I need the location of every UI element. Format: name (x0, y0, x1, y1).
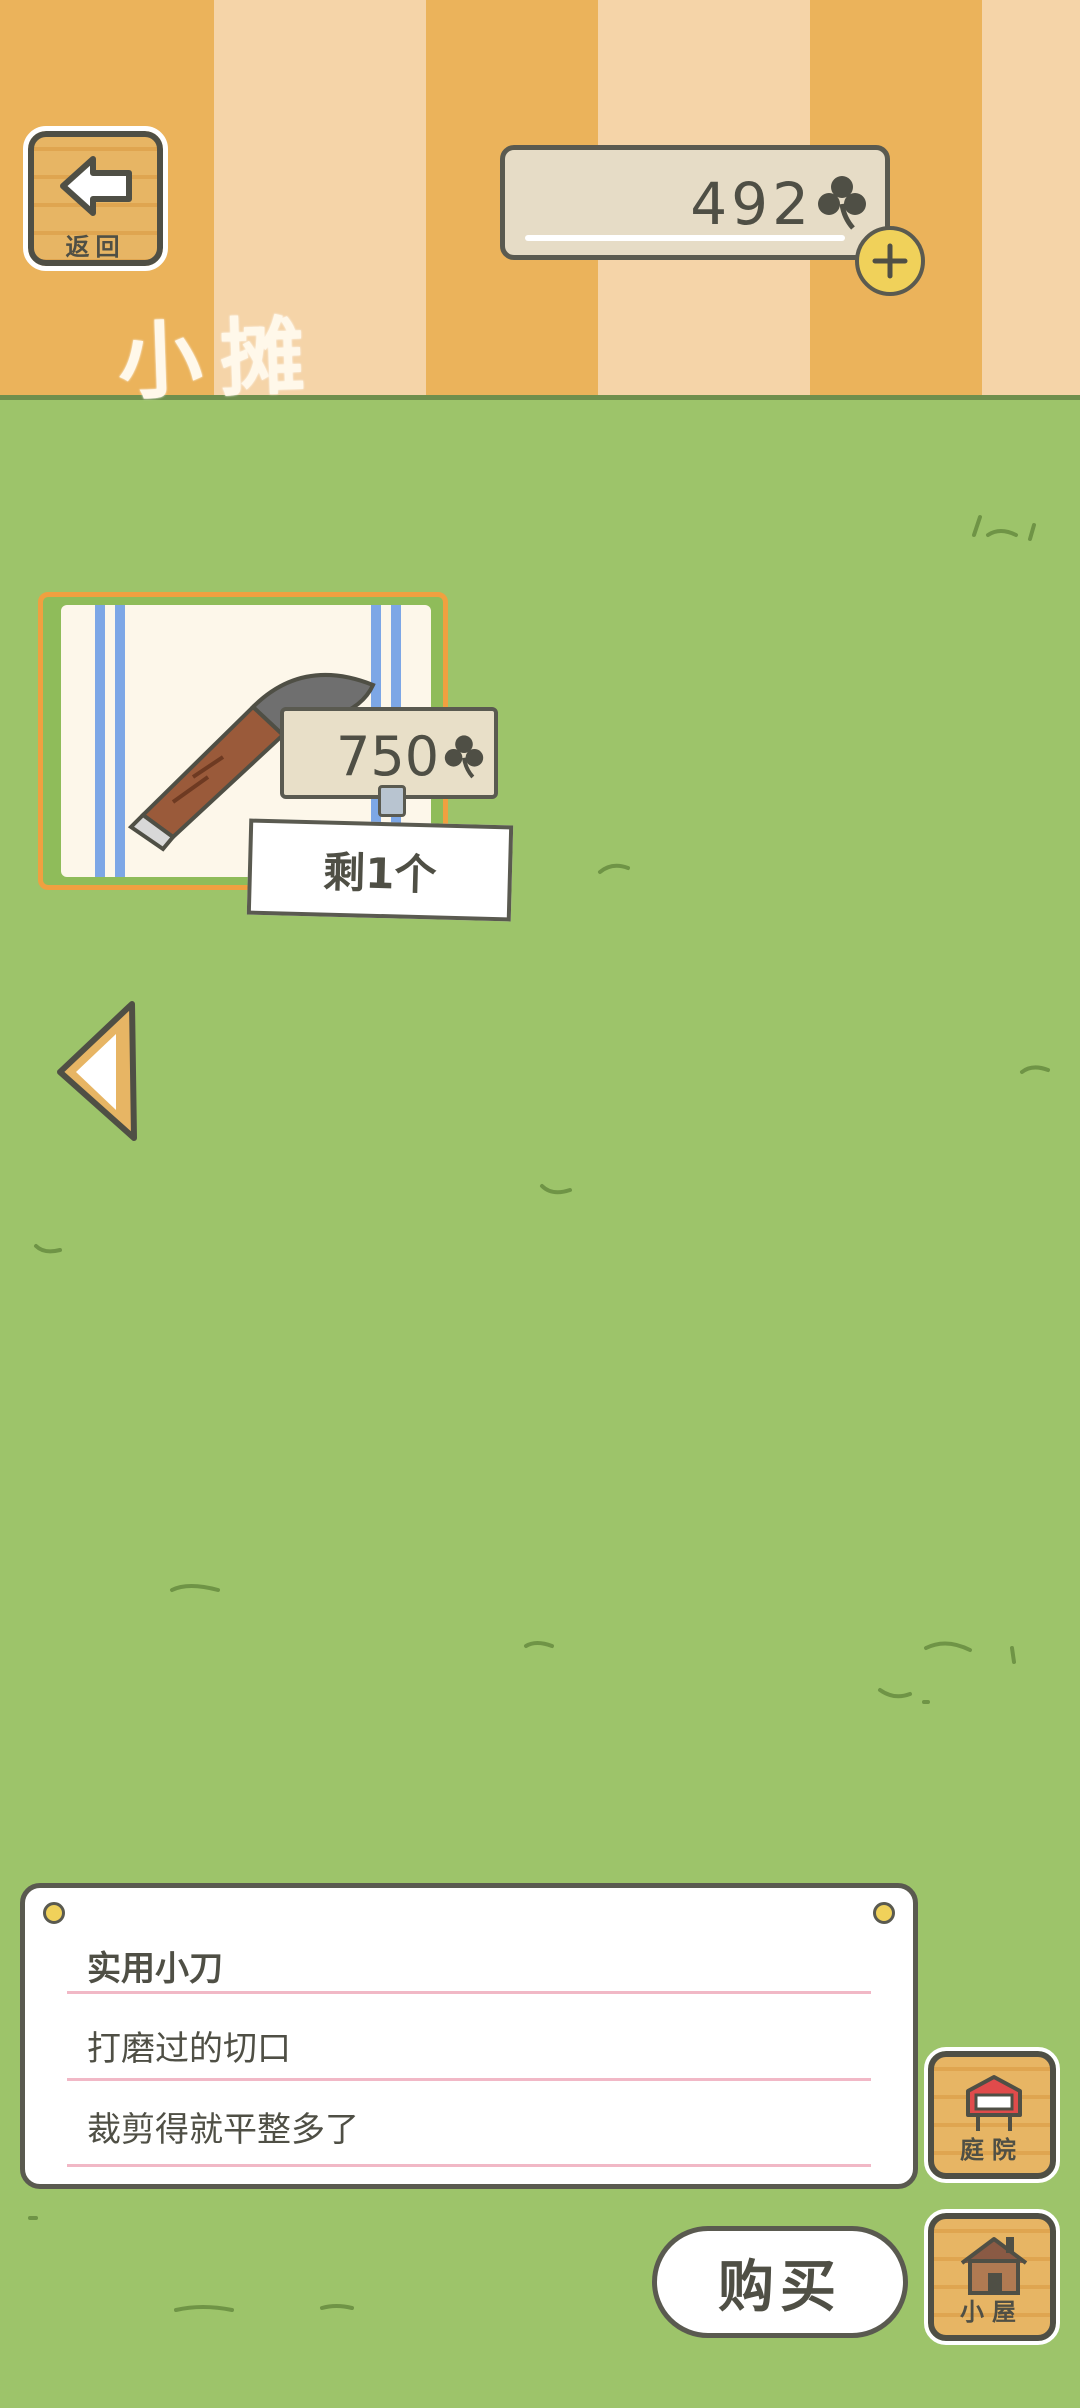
house-button[interactable]: 小屋 (924, 2209, 1060, 2345)
grass-decoration (524, 1641, 554, 1648)
house-label: 小屋 (960, 2298, 1024, 2326)
clover-icon (818, 176, 866, 230)
add-currency-button[interactable] (855, 226, 925, 296)
back-label: 返回 (65, 233, 126, 261)
currency-value: 492 (690, 170, 813, 238)
panel-pin (873, 1902, 895, 1924)
divider (67, 2078, 871, 2081)
item-description-panel: 实用小刀 打磨过的切口 裁剪得就平整多了 (20, 1883, 918, 2189)
grass-decoration (28, 2216, 38, 2220)
grass-decoration (878, 1688, 930, 1704)
grass-decoration (598, 863, 630, 874)
panel-pin (43, 1902, 65, 1924)
page-title: 小摊 (116, 306, 324, 412)
description-line-2: 裁剪得就平整多了 (87, 2110, 359, 2150)
item-name: 实用小刀 (87, 1949, 223, 1989)
grass-decoration (174, 2304, 354, 2312)
grass-decoration (924, 1641, 1016, 1664)
grass-decoration (972, 515, 1036, 541)
clover-icon (444, 735, 484, 779)
house-icon (960, 2237, 1028, 2295)
buy-button[interactable]: 购买 (652, 2226, 908, 2338)
divider (67, 2164, 871, 2167)
yard-label: 庭院 (960, 2136, 1024, 2164)
grass-decoration (1020, 1065, 1050, 1074)
towel-stripe (95, 605, 105, 877)
description-line-1: 打磨过的切口 (87, 2029, 291, 2069)
tag-pin (378, 785, 406, 817)
grass-decoration (170, 1584, 220, 1592)
divider (67, 1991, 871, 1994)
triangle-left-arrow-icon[interactable] (52, 998, 144, 1144)
stock-label: 剩1个 (246, 818, 514, 922)
price-value: 750 (336, 725, 440, 788)
arrow-left-icon (60, 156, 132, 216)
currency-counter: 492 (500, 145, 890, 260)
plus-icon (872, 243, 908, 279)
grass-decoration (34, 1244, 62, 1254)
yard-button[interactable]: 庭院 (924, 2047, 1060, 2183)
price-tag: 750 (280, 707, 498, 817)
grass-decoration (540, 1184, 572, 1195)
yard-icon (966, 2075, 1022, 2131)
back-button[interactable]: 返回 (23, 126, 168, 271)
